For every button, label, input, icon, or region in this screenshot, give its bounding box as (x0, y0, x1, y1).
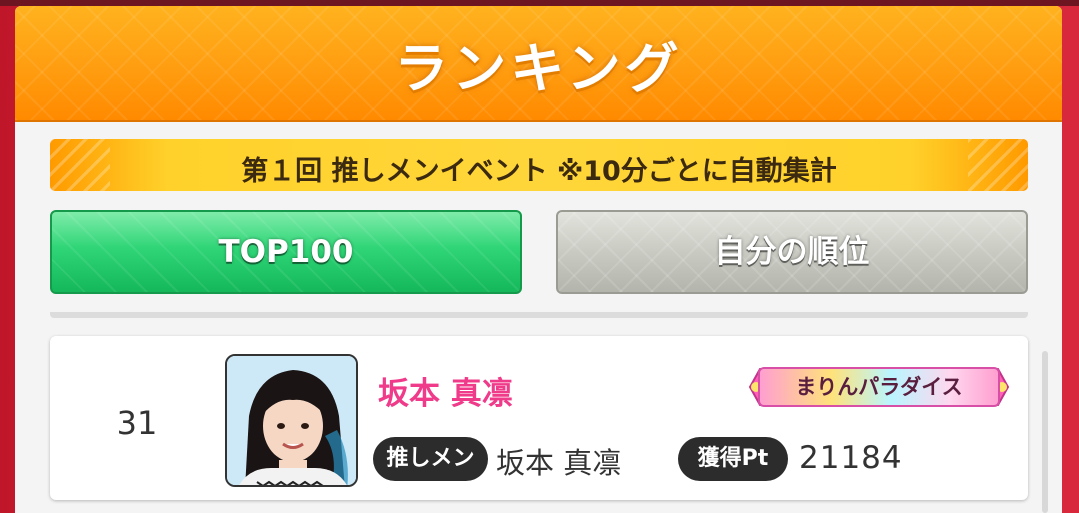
list-divider (50, 312, 1028, 318)
avatar (225, 354, 358, 487)
tab-top100[interactable]: TOP100 (50, 210, 522, 294)
points-label: 獲得Pt (678, 437, 788, 481)
badge-label: まりんパラダイス (758, 367, 1000, 407)
scrollbar[interactable] (1042, 351, 1048, 513)
page-title: ランキング (394, 37, 683, 100)
oshimen-value: 坂本 真凛 (496, 446, 622, 480)
ranking-row[interactable]: 31 坂本 真凛 まりんパラダイス 推しメン 坂本 真凛 獲得Pt 21184 (50, 336, 1028, 500)
oshimen-label: 推しメン (373, 437, 488, 481)
points-value: 21184 (799, 440, 903, 476)
rank-number: 31 (116, 404, 158, 442)
ranking-header: ランキング (15, 6, 1062, 122)
member-name: 坂本 真凛 (378, 376, 513, 412)
event-banner-text: 第１回 推しメンイベント ※10分ごとに自動集計 (241, 156, 837, 187)
title-badge: まりんパラダイス (744, 361, 1014, 413)
event-banner: 第１回 推しメンイベント ※10分ごとに自動集計 (50, 139, 1028, 191)
tab-my-rank[interactable]: 自分の順位 (556, 210, 1028, 294)
ranking-panel: ランキング 第１回 推しメンイベント ※10分ごとに自動集計 TOP100 自分… (15, 6, 1062, 513)
member-photo (227, 356, 356, 485)
